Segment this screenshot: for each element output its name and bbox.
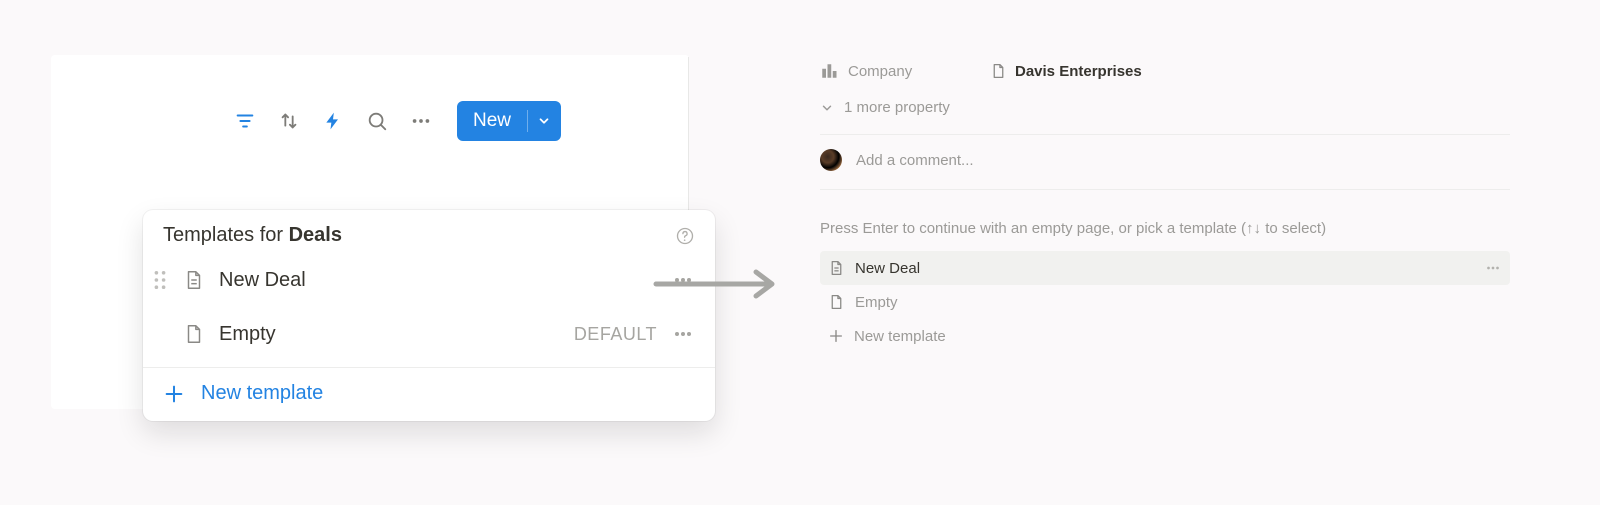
sort-icon[interactable] <box>275 107 303 135</box>
separator <box>820 189 1510 190</box>
plus-icon <box>163 383 185 405</box>
popover-title-dbname: Deals <box>289 224 342 246</box>
help-icon[interactable] <box>675 226 695 246</box>
page-icon <box>990 62 1007 80</box>
property-key: Company <box>820 62 990 80</box>
empty-page-hint: Press Enter to continue with an empty pa… <box>820 220 1510 237</box>
popover-title: Templates for Deals <box>163 224 342 247</box>
property-row-company[interactable]: Company Davis Enterprises <box>820 55 1510 87</box>
template-name: New Deal <box>219 269 671 292</box>
page-icon <box>183 268 205 292</box>
templates-popover: Templates for Deals New Deal Empty <box>143 210 715 421</box>
popover-header: Templates for Deals <box>143 210 715 253</box>
template-option-label: New Deal <box>855 260 1484 277</box>
template-option-empty[interactable]: Empty <box>820 285 1510 319</box>
new-button-label: New <box>473 110 511 132</box>
drag-handle-icon[interactable] <box>151 270 169 290</box>
new-template-button[interactable]: New template <box>143 368 715 421</box>
page-icon <box>828 293 845 311</box>
template-option-new-deal[interactable]: New Deal <box>820 251 1510 285</box>
template-picker: New Deal Empty New template <box>820 251 1510 353</box>
property-key-label: Company <box>848 63 912 80</box>
chevron-down-icon <box>820 101 834 115</box>
more-icon[interactable] <box>407 107 435 135</box>
plus-icon <box>828 328 844 344</box>
page-panel: Company Davis Enterprises 1 more propert… <box>820 55 1510 353</box>
comment-placeholder: Add a comment... <box>856 152 974 169</box>
page-icon <box>828 259 845 277</box>
popover-title-prefix: Templates for <box>163 224 289 246</box>
new-button[interactable]: New <box>457 101 527 141</box>
flow-arrow-icon <box>652 268 782 300</box>
new-template-option[interactable]: New template <box>820 319 1510 353</box>
search-icon[interactable] <box>363 107 391 135</box>
default-tag: DEFAULT <box>574 324 657 345</box>
more-properties-toggle[interactable]: 1 more property <box>820 99 1510 116</box>
new-template-label: New template <box>854 328 1502 345</box>
template-row-new-deal[interactable]: New Deal <box>143 253 715 307</box>
comment-row[interactable]: Add a comment... <box>820 149 1510 171</box>
template-option-label: Empty <box>855 294 1502 311</box>
avatar <box>820 149 842 171</box>
row-more-icon[interactable] <box>1484 259 1502 277</box>
property-value[interactable]: Davis Enterprises <box>990 62 1142 80</box>
template-name: Empty <box>219 323 574 346</box>
template-row-empty[interactable]: Empty DEFAULT <box>143 307 715 361</box>
new-template-label: New template <box>201 382 323 405</box>
row-more-icon[interactable] <box>671 322 695 346</box>
view-toolbar: New <box>231 101 561 141</box>
new-button-dropdown[interactable] <box>527 101 561 141</box>
page-icon <box>183 322 205 346</box>
more-properties-label: 1 more property <box>844 99 950 116</box>
separator <box>820 134 1510 135</box>
templates-panel: New Templates for Deals New Deal <box>51 55 689 409</box>
new-button-group: New <box>457 101 561 141</box>
property-value-text: Davis Enterprises <box>1015 63 1142 80</box>
company-icon <box>820 62 838 80</box>
filter-icon[interactable] <box>231 107 259 135</box>
bolt-icon[interactable] <box>319 107 347 135</box>
